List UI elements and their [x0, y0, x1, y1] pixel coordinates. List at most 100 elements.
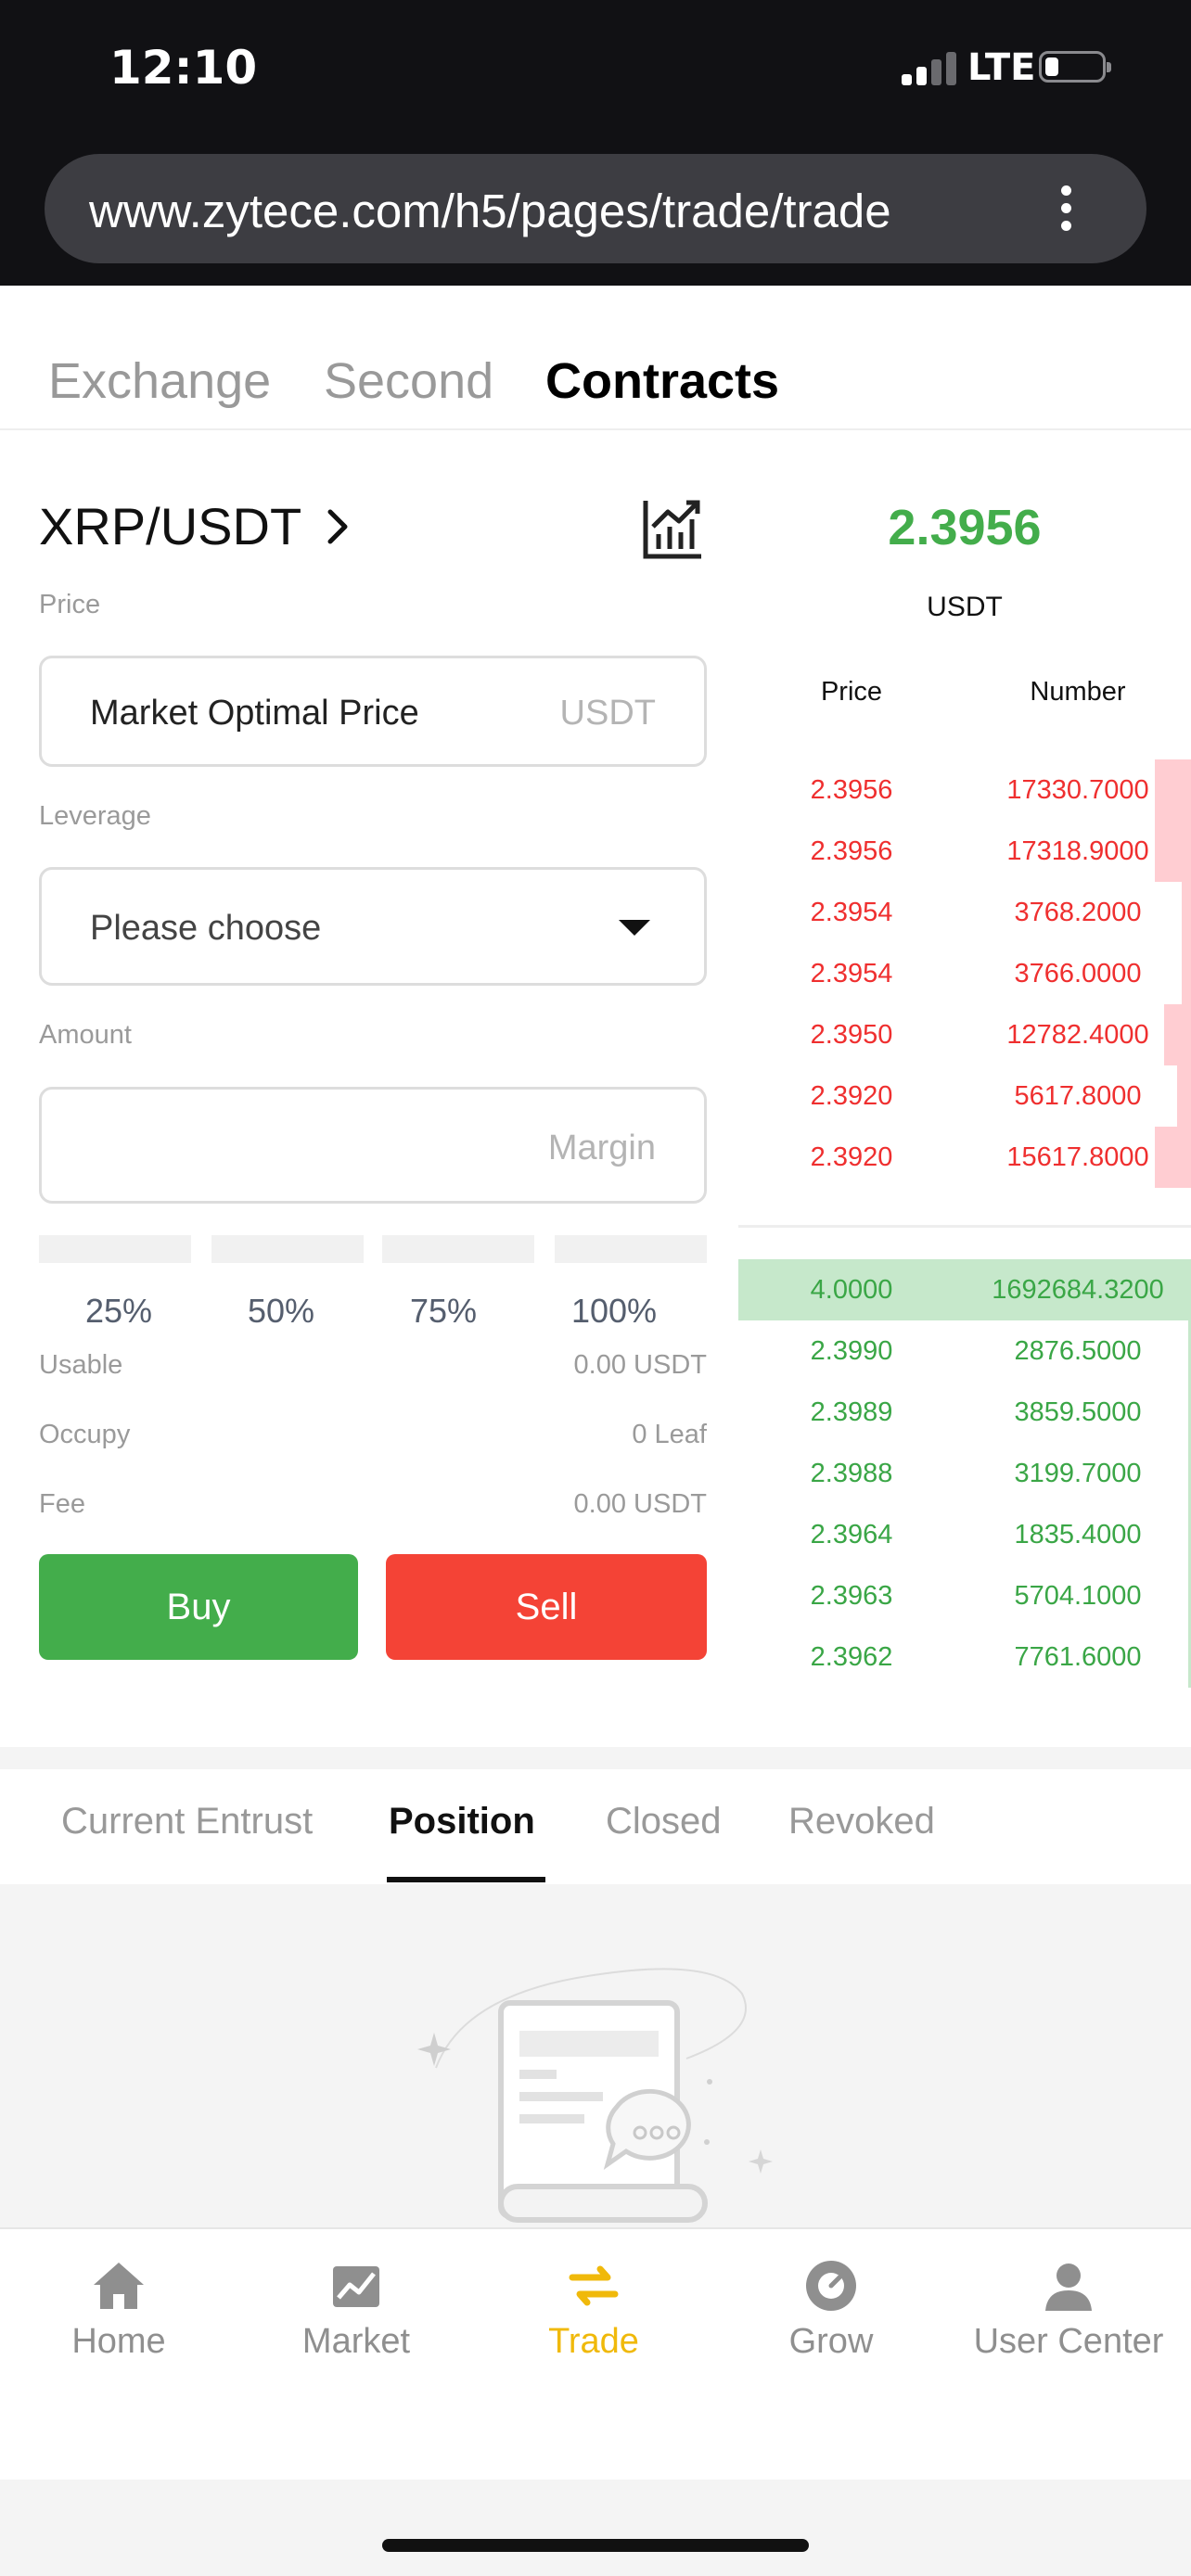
tab-position[interactable]: Position: [389, 1801, 535, 1843]
grow-icon: [806, 2261, 856, 2311]
price-field[interactable]: Market Optimal Price USDT: [39, 656, 707, 767]
leverage-label: Leverage: [39, 801, 151, 831]
orderbook-divider: [738, 1225, 1191, 1228]
price-label: Price: [39, 590, 101, 619]
last-price: 2.3956: [888, 500, 1042, 555]
ask-price: 2.3920: [810, 1081, 893, 1111]
bid-price: 2.3964: [810, 1520, 893, 1549]
ask-number: 5617.8000: [1014, 1081, 1142, 1111]
percent-25[interactable]: 25%: [43, 1292, 195, 1331]
nav-user-center-label: User Center: [973, 2322, 1164, 2361]
nav-market-label: Market: [301, 2322, 411, 2361]
buy-button[interactable]: Buy: [39, 1554, 358, 1660]
chart-icon[interactable]: [640, 495, 707, 562]
ask-row[interactable]: 2.3920 5617.8000: [738, 1065, 1191, 1127]
nav-user-center[interactable]: User Center: [950, 2257, 1187, 2362]
leverage-select[interactable]: Please choose: [39, 867, 707, 986]
tab-closed[interactable]: Closed: [606, 1801, 722, 1843]
bid-number: 5704.1000: [1014, 1581, 1142, 1611]
nav-market[interactable]: Market: [237, 2257, 475, 2362]
amount-input[interactable]: Margin: [39, 1087, 707, 1204]
fee-label: Fee: [39, 1489, 85, 1519]
dropdown-arrow-icon[interactable]: [619, 920, 650, 936]
last-price-unit: USDT: [927, 592, 1003, 622]
percent-100[interactable]: 100%: [538, 1292, 690, 1331]
bid-number: 3199.7000: [1014, 1459, 1142, 1488]
bid-row[interactable]: 4.0000 1692684.3200: [738, 1259, 1191, 1320]
bid-price: 2.3962: [810, 1642, 893, 1672]
percent-75[interactable]: 75%: [367, 1292, 519, 1331]
pair-selector[interactable]: XRP/USDT: [39, 496, 301, 556]
percent-bar-50[interactable]: [211, 1235, 364, 1263]
amount-placeholder: Margin: [547, 1129, 656, 1167]
ask-row[interactable]: 2.3954 3766.0000: [738, 943, 1191, 1004]
bid-price: 2.3963: [810, 1581, 893, 1611]
nav-home[interactable]: Home: [0, 2257, 237, 2362]
fee-value: 0.00 USDT: [573, 1489, 707, 1519]
nav-grow-label: Grow: [788, 2322, 874, 2361]
ask-number: 3766.0000: [1014, 959, 1142, 988]
bid-row[interactable]: 2.3963 5704.1000: [738, 1565, 1191, 1626]
nav-trade-label: Trade: [548, 2322, 639, 2361]
bid-row[interactable]: 2.3964 1835.4000: [738, 1504, 1191, 1565]
bid-row[interactable]: 2.3990 2876.5000: [738, 1320, 1191, 1382]
tab-revoked[interactable]: Revoked: [788, 1801, 935, 1843]
user-icon: [1045, 2264, 1092, 2311]
percent-bar-75[interactable]: [382, 1235, 534, 1263]
signal-icon: [902, 48, 957, 85]
price-value: Market Optimal Price: [90, 694, 419, 733]
ask-row[interactable]: 2.3954 3768.2000: [738, 882, 1191, 943]
bid-row[interactable]: 2.3962 7761.6000: [738, 1626, 1191, 1688]
ask-number: 15617.8000: [1006, 1142, 1149, 1172]
url-bar[interactable]: www.zytece.com/h5/pages/trade/trade: [45, 154, 1146, 263]
ask-row[interactable]: 2.3956 17330.7000: [738, 759, 1191, 821]
tab-contracts[interactable]: Contracts: [545, 352, 779, 410]
more-menu-icon[interactable]: [1061, 185, 1072, 232]
bid-price: 2.3989: [810, 1397, 893, 1427]
occupy-value: 0 Leaf: [632, 1420, 707, 1449]
ask-number: 3768.2000: [1014, 898, 1142, 927]
tab-exchange[interactable]: Exchange: [48, 352, 271, 410]
ask-price: 2.3950: [810, 1020, 893, 1050]
home-icon: [94, 2263, 144, 2309]
bid-price: 4.0000: [810, 1275, 893, 1305]
browser-chrome: 12:10 LTE www.zytece.com/h5/pages/trade/…: [0, 0, 1191, 286]
active-tab-underline: [387, 1877, 545, 1882]
url-text[interactable]: www.zytece.com/h5/pages/trade/trade: [89, 184, 891, 238]
ask-number: 17318.9000: [1006, 836, 1149, 866]
ask-row[interactable]: 2.3920 15617.8000: [738, 1127, 1191, 1188]
bid-row[interactable]: 2.3989 3859.5000: [738, 1382, 1191, 1443]
bid-number: 2876.5000: [1014, 1336, 1142, 1366]
ask-price: 2.3956: [810, 836, 893, 866]
ask-row[interactable]: 2.3950 12782.4000: [738, 1004, 1191, 1065]
percent-bar-100[interactable]: [555, 1235, 707, 1263]
ask-row[interactable]: 2.3956 17318.9000: [738, 821, 1191, 882]
home-indicator[interactable]: [382, 2539, 809, 2552]
ask-price: 2.3920: [810, 1142, 893, 1172]
bid-row[interactable]: 2.3988 3199.7000: [738, 1443, 1191, 1504]
ask-price: 2.3954: [810, 959, 893, 988]
ask-price: 2.3954: [810, 898, 893, 927]
bid-number: 1835.4000: [1014, 1520, 1142, 1549]
bid-number: 7761.6000: [1014, 1642, 1142, 1672]
percent-bar-25[interactable]: [39, 1235, 191, 1263]
orderbook-number-header: Number: [1030, 677, 1126, 707]
trade-swap-icon: [569, 2265, 619, 2306]
usable-label: Usable: [39, 1350, 123, 1380]
tab-current-entrust[interactable]: Current Entrust: [61, 1801, 313, 1843]
network-label: LTE: [967, 46, 1036, 89]
leverage-value: Please choose: [90, 909, 322, 948]
nav-trade[interactable]: Trade: [475, 2257, 712, 2362]
bid-number: 1692684.3200: [992, 1275, 1164, 1305]
sell-button[interactable]: Sell: [386, 1554, 707, 1660]
tab-second[interactable]: Second: [324, 352, 493, 410]
chevron-right-icon[interactable]: [325, 508, 351, 545]
nav-grow[interactable]: Grow: [712, 2257, 950, 2362]
orderbook-price-header: Price: [820, 677, 883, 707]
percent-50[interactable]: 50%: [205, 1292, 357, 1331]
amount-label: Amount: [39, 1020, 132, 1050]
ask-number: 12782.4000: [1006, 1020, 1149, 1050]
bottom-nav: Home Market Trade Grow User Center: [0, 2227, 1191, 2480]
empty-document-icon: [417, 1968, 773, 2223]
section-separator: [0, 1747, 1191, 1769]
